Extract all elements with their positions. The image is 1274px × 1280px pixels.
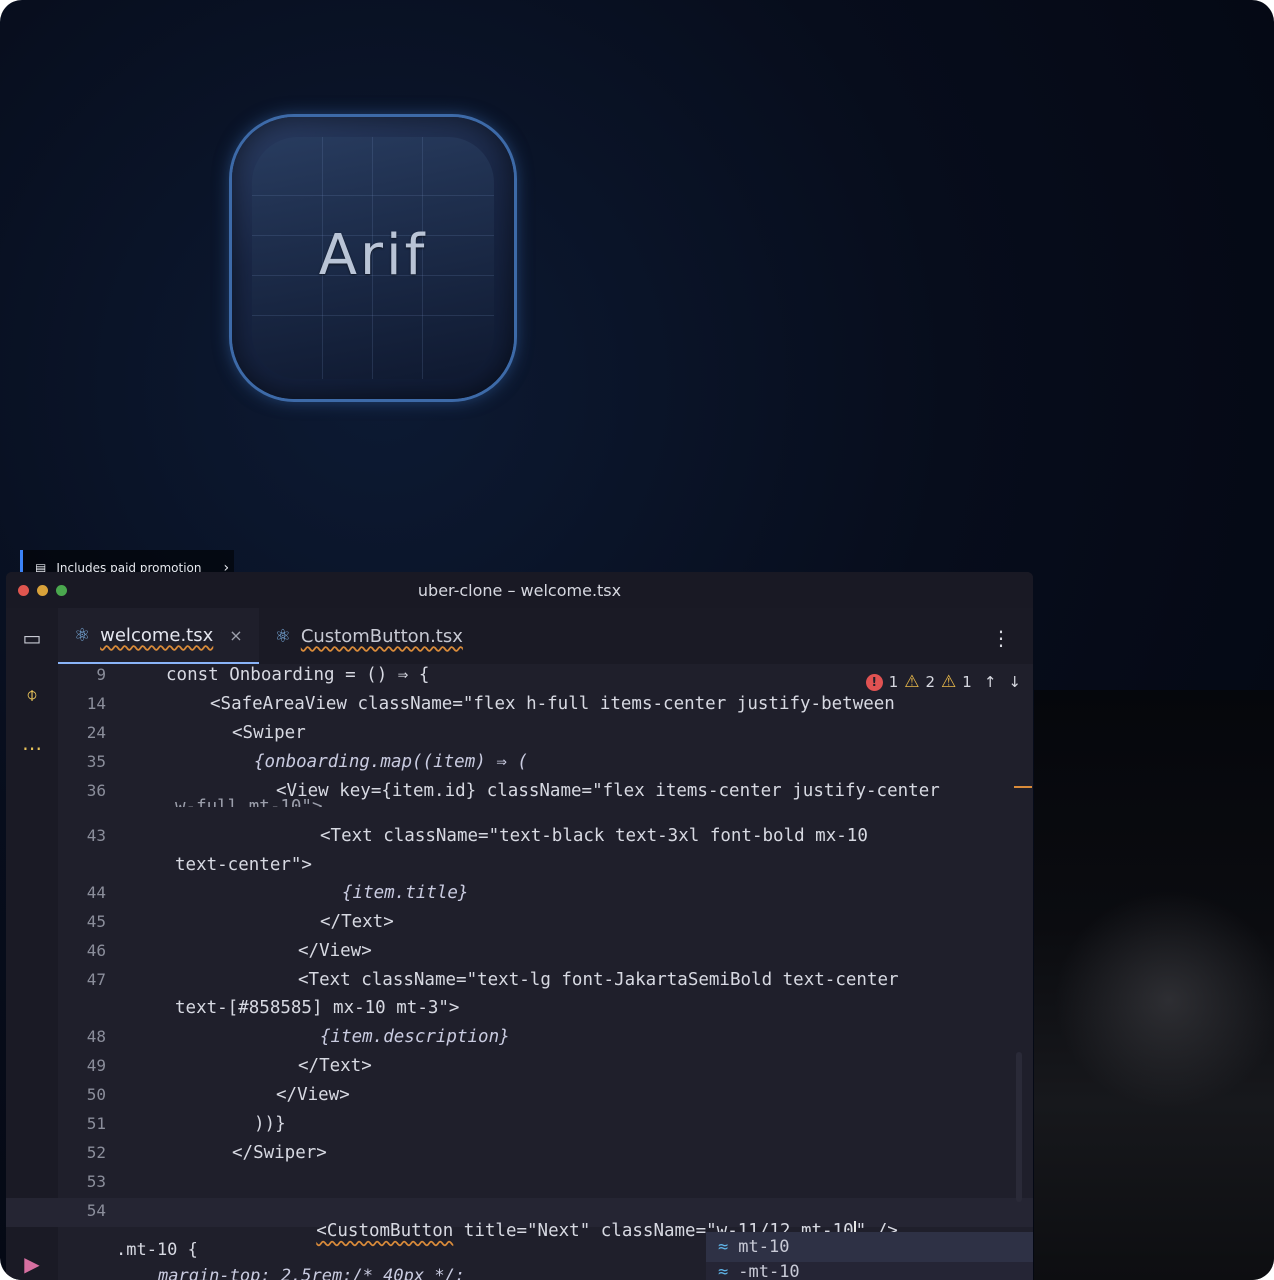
line-number: 52 <box>86 1143 106 1162</box>
code-line: {item.title} <box>342 883 469 903</box>
code-line: <Swiper <box>232 723 306 743</box>
line-number: 9 <box>96 665 106 684</box>
line-number: 35 <box>86 752 106 771</box>
line-number: 54 <box>86 1201 106 1220</box>
tab-label: welcome.tsx <box>100 624 214 646</box>
line-number: 53 <box>86 1172 106 1191</box>
zoom-window-button[interactable] <box>56 585 67 596</box>
more-options-icon[interactable]: ⋮ <box>991 626 1011 650</box>
editor-tabs: ⚛ welcome.tsx × ⚛ CustomButton.tsx <box>58 608 1033 664</box>
code-line: </Text> <box>320 912 394 932</box>
tab-custombutton[interactable]: ⚛ CustomButton.tsx <box>259 608 479 664</box>
code-line: <Text className="text-lg font-JakartaSem… <box>298 970 899 990</box>
logo-text: Arif <box>318 223 428 288</box>
code-line: {onboarding.map((item) ⇒ ( <box>254 752 528 772</box>
code-line-wrapped: text-center"> <box>175 855 312 875</box>
react-icon: ⚛ <box>74 624 91 646</box>
title-bar: uber-clone – welcome.tsx <box>6 572 1033 608</box>
line-number: 45 <box>86 912 106 931</box>
css-property: margin-top: 2.5rem;/* 40px */; <box>158 1266 466 1280</box>
close-window-button[interactable] <box>18 585 29 596</box>
code-line: const Onboarding = () ⇒ { <box>166 665 430 685</box>
code-editor-window: uber-clone – welcome.tsx ▭ ⌽ ⋯ ⌕ ▶ ⚛ wel… <box>6 572 1033 1280</box>
window-controls <box>18 585 67 596</box>
window-title: uber-clone – welcome.tsx <box>417 580 622 600</box>
line-number: 36 <box>86 781 106 800</box>
code-line: {item.description} <box>320 1027 510 1047</box>
tailwind-icon: ≈ <box>718 1262 729 1280</box>
project-icon[interactable]: ▭ <box>6 626 58 650</box>
css-selector: .mt-10 { <box>116 1240 198 1260</box>
tab-welcome[interactable]: ⚛ welcome.tsx × <box>58 608 259 664</box>
terminal-icon[interactable]: ▶ <box>6 1252 58 1276</box>
activity-bar: ▭ ⌽ ⋯ ⌕ ▶ <box>6 608 58 1280</box>
line-number: 14 <box>86 694 106 713</box>
blurred-background <box>1034 690 1274 1280</box>
screen-background: Arif ▤ Includes paid promotion › uber-cl… <box>0 0 1274 1280</box>
css-doc-popup: .mt-10 { margin-top: 2.5rem;/* 40px */; <box>86 1232 706 1280</box>
line-number: 24 <box>86 723 106 742</box>
autocomplete-list: ≈ mt-10 ≈ -mt-10 <box>706 1232 1033 1280</box>
react-icon: ⚛ <box>274 625 291 647</box>
line-number: 51 <box>86 1114 106 1133</box>
tailwind-icon: ≈ <box>718 1237 729 1257</box>
line-number: 49 <box>86 1056 106 1075</box>
line-number: 48 <box>86 1027 106 1046</box>
code-line: </Text> <box>298 1056 372 1076</box>
suggestion-label: mt-10 <box>738 1237 790 1257</box>
code-line: ))} <box>254 1114 286 1134</box>
minimize-window-button[interactable] <box>37 585 48 596</box>
code-line: <SafeAreaView className="flex h-full ite… <box>210 694 895 714</box>
code-line: </Swiper> <box>232 1143 327 1163</box>
line-number: 50 <box>86 1085 106 1104</box>
tab-label: CustomButton.tsx <box>300 625 463 647</box>
autocomplete-item[interactable]: ≈ mt-10 <box>706 1232 1033 1262</box>
code-line-wrapped: w-full mt-10"> <box>175 797 323 807</box>
line-number: 47 <box>86 970 106 989</box>
code-line: </View> <box>298 941 372 961</box>
commit-icon[interactable]: ⌽ <box>6 682 58 706</box>
code-line-wrapped: text-[#858585] mx-10 mt-3"> <box>175 998 460 1018</box>
line-number: 44 <box>86 883 106 902</box>
line-number: 46 <box>86 941 106 960</box>
code-line: <View key={item.id} className="flex item… <box>276 781 940 801</box>
code-line: </View> <box>276 1085 350 1105</box>
close-tab-icon[interactable]: × <box>229 626 242 645</box>
code-line: <Text className="text-black text-3xl fon… <box>320 826 868 846</box>
code-area[interactable]: 9 14 24 35 36 43 44 45 46 47 48 49 50 51… <box>58 665 1033 1280</box>
suggestion-label: -mt-10 <box>738 1262 800 1280</box>
line-number: 43 <box>86 826 106 845</box>
channel-logo: Arif <box>232 117 514 399</box>
more-icon[interactable]: ⋯ <box>6 736 58 760</box>
autocomplete-item[interactable]: ≈ -mt-10 <box>706 1262 1033 1280</box>
